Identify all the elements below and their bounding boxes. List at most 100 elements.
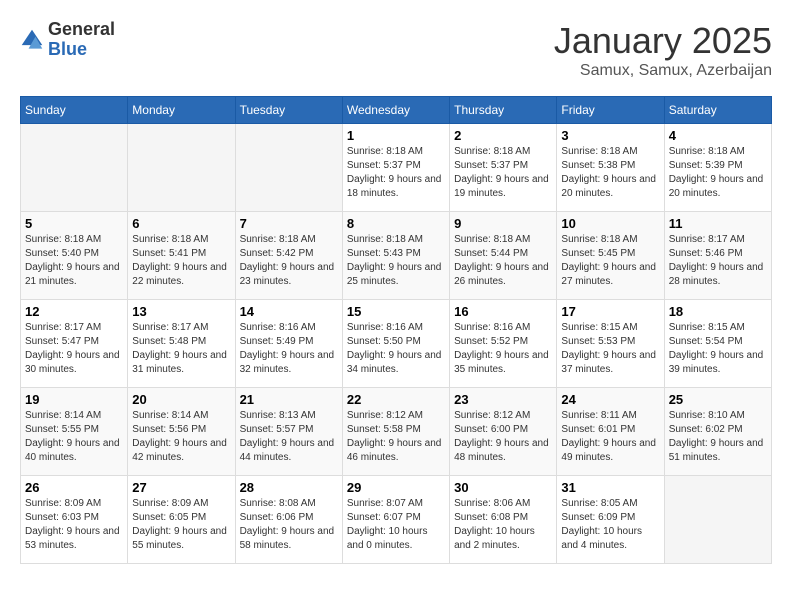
- day-cell: [235, 124, 342, 212]
- day-detail: Sunrise: 8:08 AMSunset: 6:06 PMDaylight:…: [240, 497, 338, 553]
- day-cell: 23 Sunrise: 8:12 AMSunset: 6:00 PMDayligh…: [450, 388, 557, 476]
- day-detail: Sunrise: 8:05 AMSunset: 6:09 PMDaylight:…: [561, 497, 659, 553]
- weekday-header: Sunday: [21, 97, 128, 124]
- day-cell: 24Sunrise: 8:11 AMSunset: 6:01 PMDayligh…: [557, 388, 664, 476]
- title-block: January 2025 Samux, Samux, Azerbaijan: [554, 20, 772, 80]
- day-number: 20: [132, 392, 230, 407]
- day-detail: Sunrise: 8:15 AMSunset: 5:54 PMDaylight:…: [669, 321, 767, 377]
- logo-text: General Blue: [48, 20, 115, 60]
- day-cell: 14 Sunrise: 8:16 AMSunset: 5:49 PMDayligh…: [235, 300, 342, 388]
- day-detail: Sunrise: 8:17 AMSunset: 5:46 PMDaylight:…: [669, 233, 767, 289]
- logo: General Blue: [20, 20, 115, 60]
- weekday-header: Tuesday: [235, 97, 342, 124]
- weekday-header: Wednesday: [342, 97, 449, 124]
- day-detail: Sunrise: 8:18 AMSunset: 5:42 PMDaylight:…: [240, 233, 338, 289]
- day-cell: 17 Sunrise: 8:15 AMSunset: 5:53 PMDayligh…: [557, 300, 664, 388]
- day-detail: Sunrise: 8:16 AMSunset: 5:50 PMDaylight:…: [347, 321, 445, 377]
- day-cell: 1Sunrise: 8:18 AMSunset: 5:37 PMDaylight…: [342, 124, 449, 212]
- month-title: January 2025: [554, 20, 772, 62]
- week-row: 12 Sunrise: 8:17 AMSunset: 5:47 PMDayligh…: [21, 300, 772, 388]
- day-detail: Sunrise: 8:17 AMSunset: 5:47 PMDaylight:…: [25, 321, 123, 377]
- day-detail: Sunrise: 8:18 AMSunset: 5:37 PMDaylight:…: [347, 145, 445, 201]
- day-number: 10: [561, 216, 659, 231]
- weekday-header: Monday: [128, 97, 235, 124]
- location: Samux, Samux, Azerbaijan: [554, 62, 772, 80]
- day-number: 18: [669, 304, 767, 319]
- day-number: 30: [454, 480, 552, 495]
- day-number: 21: [240, 392, 338, 407]
- day-detail: Sunrise: 8:18 AMSunset: 5:39 PMDaylight:…: [669, 145, 767, 201]
- day-cell: 21 Sunrise: 8:13 AMSunset: 5:57 PMDayligh…: [235, 388, 342, 476]
- day-number: 26: [25, 480, 123, 495]
- day-number: 15: [347, 304, 445, 319]
- weekday-header: Thursday: [450, 97, 557, 124]
- day-number: 24: [561, 392, 659, 407]
- day-detail: Sunrise: 8:13 AMSunset: 5:57 PMDaylight:…: [240, 409, 338, 465]
- day-number: 6: [132, 216, 230, 231]
- day-number: 14: [240, 304, 338, 319]
- day-cell: 28Sunrise: 8:08 AMSunset: 6:06 PMDayligh…: [235, 476, 342, 564]
- day-cell: [664, 476, 771, 564]
- day-cell: [128, 124, 235, 212]
- day-number: 23: [454, 392, 552, 407]
- day-number: 31: [561, 480, 659, 495]
- day-cell: 2Sunrise: 8:18 AMSunset: 5:37 PMDaylight…: [450, 124, 557, 212]
- logo-general: General: [48, 20, 115, 40]
- day-cell: 6Sunrise: 8:18 AMSunset: 5:41 PMDaylight…: [128, 212, 235, 300]
- week-row: 19 Sunrise: 8:14 AMSunset: 5:55 PMDayligh…: [21, 388, 772, 476]
- day-number: 22: [347, 392, 445, 407]
- day-cell: 10 Sunrise: 8:18 AMSunset: 5:45 PMDayligh…: [557, 212, 664, 300]
- day-detail: Sunrise: 8:16 AMSunset: 5:49 PMDaylight:…: [240, 321, 338, 377]
- day-detail: Sunrise: 8:18 AMSunset: 5:37 PMDaylight:…: [454, 145, 552, 201]
- day-detail: Sunrise: 8:18 AMSunset: 5:38 PMDaylight:…: [561, 145, 659, 201]
- day-number: 16: [454, 304, 552, 319]
- day-detail: Sunrise: 8:12 AMSunset: 5:58 PMDaylight:…: [347, 409, 445, 465]
- day-number: 5: [25, 216, 123, 231]
- day-number: 11: [669, 216, 767, 231]
- day-number: 8: [347, 216, 445, 231]
- day-number: 12: [25, 304, 123, 319]
- day-cell: 18 Sunrise: 8:15 AMSunset: 5:54 PMDayligh…: [664, 300, 771, 388]
- day-detail: Sunrise: 8:12 AMSunset: 6:00 PMDaylight:…: [454, 409, 552, 465]
- day-detail: Sunrise: 8:18 AMSunset: 5:40 PMDaylight:…: [25, 233, 123, 289]
- day-number: 29: [347, 480, 445, 495]
- day-number: 17: [561, 304, 659, 319]
- day-cell: 16 Sunrise: 8:16 AMSunset: 5:52 PMDayligh…: [450, 300, 557, 388]
- day-number: 7: [240, 216, 338, 231]
- day-detail: Sunrise: 8:14 AMSunset: 5:56 PMDaylight:…: [132, 409, 230, 465]
- day-detail: Sunrise: 8:16 AMSunset: 5:52 PMDaylight:…: [454, 321, 552, 377]
- day-detail: Sunrise: 8:15 AMSunset: 5:53 PMDaylight:…: [561, 321, 659, 377]
- day-cell: 22 Sunrise: 8:12 AMSunset: 5:58 PMDayligh…: [342, 388, 449, 476]
- day-detail: Sunrise: 8:17 AMSunset: 5:48 PMDaylight:…: [132, 321, 230, 377]
- weekday-header: Saturday: [664, 97, 771, 124]
- day-detail: Sunrise: 8:06 AMSunset: 6:08 PMDaylight:…: [454, 497, 552, 553]
- day-cell: 13 Sunrise: 8:17 AMSunset: 5:48 PMDayligh…: [128, 300, 235, 388]
- weekday-header: Friday: [557, 97, 664, 124]
- day-cell: 8 Sunrise: 8:18 AMSunset: 5:43 PMDaylight…: [342, 212, 449, 300]
- day-cell: 31 Sunrise: 8:05 AMSunset: 6:09 PMDayligh…: [557, 476, 664, 564]
- day-number: 4: [669, 128, 767, 143]
- calendar: SundayMondayTuesdayWednesdayThursdayFrid…: [20, 96, 772, 564]
- weekday-header-row: SundayMondayTuesdayWednesdayThursdayFrid…: [21, 97, 772, 124]
- day-number: 13: [132, 304, 230, 319]
- day-detail: Sunrise: 8:10 AMSunset: 6:02 PMDaylight:…: [669, 409, 767, 465]
- day-cell: 25Sunrise: 8:10 AMSunset: 6:02 PMDayligh…: [664, 388, 771, 476]
- day-cell: 15 Sunrise: 8:16 AMSunset: 5:50 PMDayligh…: [342, 300, 449, 388]
- day-cell: 5 Sunrise: 8:18 AMSunset: 5:40 PMDaylight…: [21, 212, 128, 300]
- day-detail: Sunrise: 8:18 AMSunset: 5:45 PMDaylight:…: [561, 233, 659, 289]
- day-number: 19: [25, 392, 123, 407]
- logo-icon: [20, 28, 44, 52]
- day-detail: Sunrise: 8:14 AMSunset: 5:55 PMDaylight:…: [25, 409, 123, 465]
- day-detail: Sunrise: 8:09 AMSunset: 6:03 PMDaylight:…: [25, 497, 123, 553]
- day-cell: 19 Sunrise: 8:14 AMSunset: 5:55 PMDayligh…: [21, 388, 128, 476]
- day-cell: 7 Sunrise: 8:18 AMSunset: 5:42 PMDaylight…: [235, 212, 342, 300]
- week-row: 26 Sunrise: 8:09 AMSunset: 6:03 PMDayligh…: [21, 476, 772, 564]
- day-cell: 26 Sunrise: 8:09 AMSunset: 6:03 PMDayligh…: [21, 476, 128, 564]
- day-detail: Sunrise: 8:18 AMSunset: 5:44 PMDaylight:…: [454, 233, 552, 289]
- day-cell: 3Sunrise: 8:18 AMSunset: 5:38 PMDaylight…: [557, 124, 664, 212]
- week-row: 1Sunrise: 8:18 AMSunset: 5:37 PMDaylight…: [21, 124, 772, 212]
- day-detail: Sunrise: 8:18 AMSunset: 5:43 PMDaylight:…: [347, 233, 445, 289]
- day-cell: 20 Sunrise: 8:14 AMSunset: 5:56 PMDayligh…: [128, 388, 235, 476]
- day-detail: Sunrise: 8:07 AMSunset: 6:07 PMDaylight:…: [347, 497, 445, 553]
- day-number: 9: [454, 216, 552, 231]
